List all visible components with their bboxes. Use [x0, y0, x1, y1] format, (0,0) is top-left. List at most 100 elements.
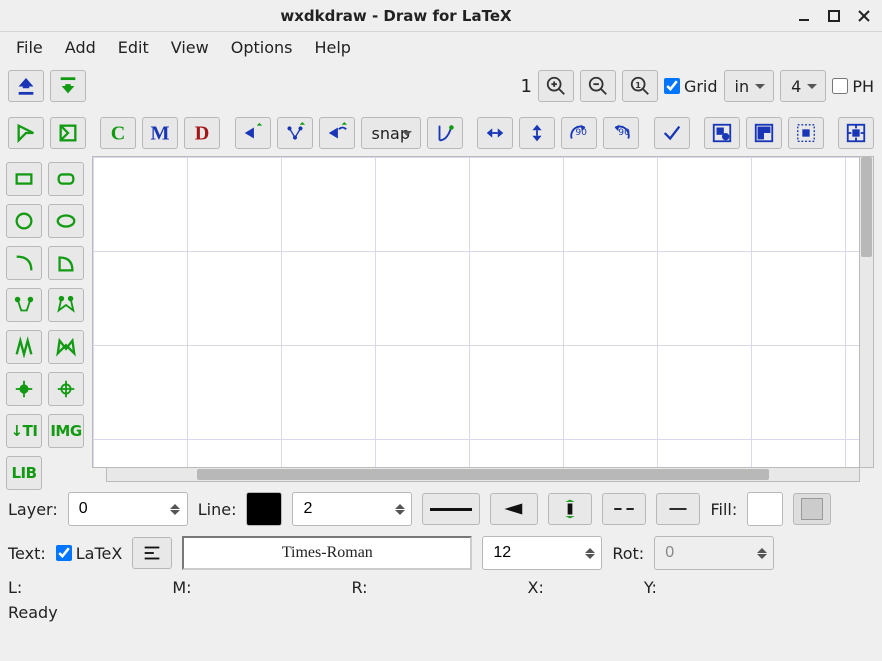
arrow-start-button[interactable]: [490, 493, 538, 525]
tool-palette: ↓TI IMG LIB: [0, 156, 92, 468]
text-align-button[interactable]: [132, 537, 172, 569]
dash-style-button[interactable]: [602, 493, 646, 525]
ungroup-button[interactable]: [746, 117, 782, 149]
flip-h-button[interactable]: [477, 117, 513, 149]
window-title: wxdkdraw - Draw for LaTeX: [8, 7, 784, 25]
maximize-button[interactable]: [824, 6, 844, 26]
rotate-ccw-button[interactable]: 90: [561, 117, 597, 149]
fit-selection-button[interactable]: [838, 117, 874, 149]
titlebar: wxdkdraw - Draw for LaTeX: [0, 0, 882, 32]
flip-v-button[interactable]: [519, 117, 555, 149]
rot-spinbox[interactable]: [654, 536, 774, 570]
image-tool[interactable]: IMG: [48, 414, 84, 448]
group-button[interactable]: [704, 117, 740, 149]
pie-tool[interactable]: [48, 246, 84, 280]
zoom-reset-button[interactable]: 1: [622, 70, 658, 102]
layer-input[interactable]: [79, 500, 171, 518]
polyline-tool[interactable]: [6, 330, 42, 364]
grid-checkbox-input[interactable]: [664, 78, 680, 94]
font-name-field[interactable]: Times-Roman: [182, 536, 472, 570]
cap-style-button[interactable]: [656, 493, 700, 525]
copy-button[interactable]: C: [100, 117, 136, 149]
grid-subdiv-select[interactable]: 4: [780, 70, 826, 102]
ph-checkbox[interactable]: PH: [832, 77, 874, 96]
close-button[interactable]: [854, 6, 874, 26]
rot-label: Rot:: [612, 544, 644, 563]
select-tool-button[interactable]: [8, 117, 44, 149]
ph-label: PH: [852, 77, 874, 96]
svg-text:C: C: [111, 122, 126, 144]
svg-text:D: D: [195, 122, 210, 144]
text-tool[interactable]: ↓TI: [6, 414, 42, 448]
layer-down-button[interactable]: [50, 70, 86, 102]
horizontal-scrollbar[interactable]: [106, 468, 860, 482]
property-panel: Layer: Line: Fill: Text:: [0, 482, 882, 574]
line-label: Line:: [198, 500, 237, 519]
menu-options[interactable]: Options: [221, 34, 303, 61]
ungroup-all-button[interactable]: [788, 117, 824, 149]
delete-button[interactable]: D: [184, 117, 220, 149]
grid-checkbox[interactable]: Grid: [664, 77, 718, 96]
polygon-tool[interactable]: [48, 330, 84, 364]
line-style-button[interactable]: [422, 493, 480, 525]
roundrect-tool[interactable]: [48, 162, 84, 196]
move-button[interactable]: M: [142, 117, 178, 149]
snap-select[interactable]: snap: [361, 117, 421, 149]
zoom-out-button[interactable]: [580, 70, 616, 102]
minimize-button[interactable]: [794, 6, 814, 26]
toolbar-second: C M D snap 90 90: [0, 110, 882, 156]
latex-checkbox-input[interactable]: [56, 545, 72, 561]
line-color-button[interactable]: [246, 492, 282, 526]
menu-help[interactable]: Help: [304, 34, 360, 61]
grid-unit-select[interactable]: in: [724, 70, 775, 102]
crosshair-tool[interactable]: [48, 372, 84, 406]
toolbar-top: 1 1 Grid in 4 PH: [0, 62, 882, 110]
menu-edit[interactable]: Edit: [108, 34, 159, 61]
rot-input[interactable]: [665, 544, 757, 562]
zoom-in-button[interactable]: [538, 70, 574, 102]
menu-file[interactable]: File: [6, 34, 53, 61]
drawing-canvas[interactable]: [92, 156, 860, 468]
polyline-dots-tool[interactable]: [6, 288, 42, 322]
latex-checkbox[interactable]: LaTeX: [56, 544, 123, 563]
menubar: File Add Edit View Options Help: [0, 32, 882, 62]
grid-subdiv-value: 4: [791, 77, 801, 96]
menu-add[interactable]: Add: [55, 34, 106, 61]
layer-spinbox[interactable]: [68, 492, 188, 526]
svg-text:90: 90: [576, 127, 588, 138]
workarea: ↓TI IMG LIB: [0, 156, 882, 468]
fill-color-button[interactable]: [747, 492, 783, 526]
menu-view[interactable]: View: [161, 34, 219, 61]
zoom-value: 1: [521, 76, 532, 97]
layer-up-button[interactable]: [8, 70, 44, 102]
fill-pattern-button[interactable]: [793, 493, 831, 525]
circle-tool[interactable]: [6, 204, 42, 238]
layer-label: Layer:: [8, 500, 58, 519]
edit-size-button[interactable]: [427, 117, 463, 149]
font-size-spinbox[interactable]: [482, 536, 602, 570]
point-add-button[interactable]: [277, 117, 313, 149]
line-width-spinbox[interactable]: [292, 492, 412, 526]
vertical-scrollbar[interactable]: [860, 156, 874, 468]
rotate-cw-button[interactable]: 90: [603, 117, 639, 149]
polygon-dots-tool[interactable]: [48, 288, 84, 322]
point-delete-button[interactable]: [319, 117, 355, 149]
point-tool[interactable]: [6, 372, 42, 406]
select-region-button[interactable]: [50, 117, 86, 149]
status-y: Y:: [644, 578, 657, 597]
font-name-value: Times-Roman: [282, 544, 373, 562]
library-tool[interactable]: LIB: [6, 456, 42, 490]
properties-button[interactable]: [654, 117, 690, 149]
ellipse-tool[interactable]: [48, 204, 84, 238]
grid-unit-value: in: [735, 77, 750, 96]
status-ready: Ready: [0, 601, 882, 624]
line-width-input[interactable]: [303, 500, 395, 518]
snap-label: snap: [372, 124, 410, 143]
point-move-button[interactable]: [235, 117, 271, 149]
rect-tool[interactable]: [6, 162, 42, 196]
status-coords: L: M: R: X: Y:: [0, 574, 882, 601]
font-size-input[interactable]: [493, 544, 585, 562]
ph-checkbox-input[interactable]: [832, 78, 848, 94]
arc-tool[interactable]: [6, 246, 42, 280]
arrow-end-button[interactable]: [548, 493, 592, 525]
